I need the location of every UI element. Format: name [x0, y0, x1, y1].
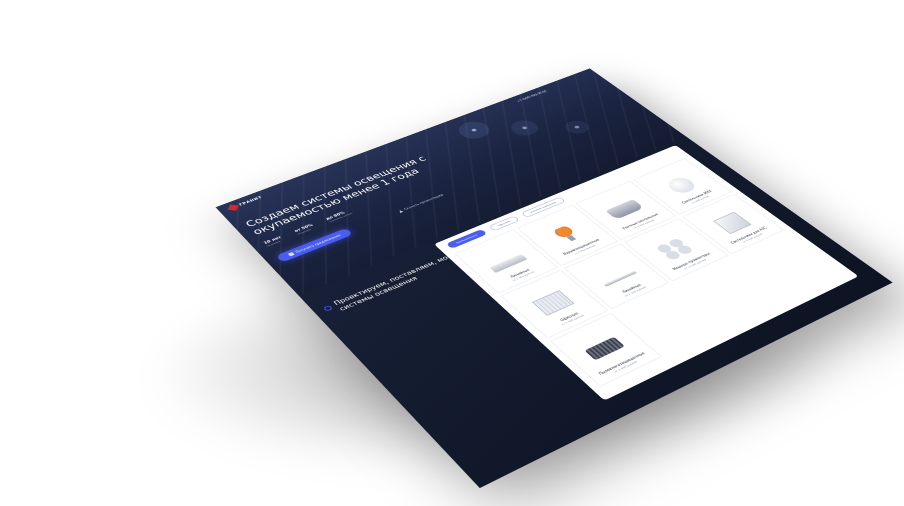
multi-head-fixture-icon [652, 235, 697, 261]
document-icon [288, 252, 295, 256]
ip-fixture-icon [585, 337, 625, 361]
tube-fixture-icon [603, 271, 637, 287]
mockup-scene: ГРАНИТ +7 (000) 000-00-00 Создаем систем… [0, 0, 904, 506]
landing-page: ГРАНИТ +7 (000) 000-00-00 Создаем систем… [216, 68, 893, 488]
street-fixture-icon [605, 199, 644, 220]
square-fixture-icon [713, 212, 751, 234]
logo-mark-icon [228, 205, 239, 211]
section-bullet-icon [323, 305, 333, 312]
round-fixture-icon [663, 175, 699, 195]
explosion-proof-fixture-icon [552, 225, 581, 243]
office-panel-icon [532, 290, 575, 316]
